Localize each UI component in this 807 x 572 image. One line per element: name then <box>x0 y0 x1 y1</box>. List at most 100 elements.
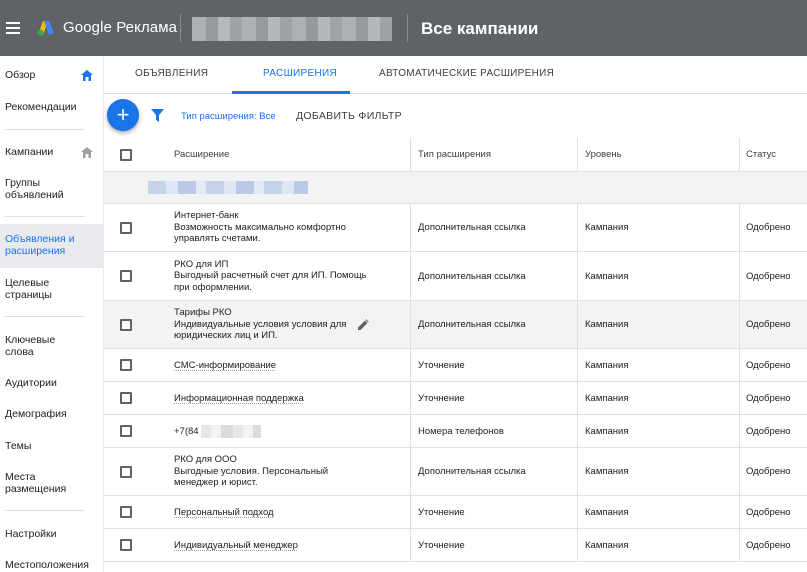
row-checkbox[interactable] <box>120 425 132 437</box>
extension-cell[interactable]: Тарифы РКО Индивидуальные условия услови… <box>174 301 379 348</box>
extension-type: Уточнение <box>418 506 465 518</box>
column-separator <box>739 349 740 381</box>
table-row[interactable]: Персональный подход Уточнение Кампания О… <box>104 496 807 529</box>
column-separator <box>577 415 578 447</box>
sidebar-item-label: Настройки <box>5 528 57 540</box>
select-all-checkbox[interactable] <box>120 149 132 161</box>
campaign-group-label[interactable] <box>148 181 308 194</box>
edit-pencil-icon[interactable] <box>358 318 369 330</box>
column-header-type[interactable]: Тип расширения <box>418 138 491 171</box>
tab-auto-extensions[interactable]: АВТОМАТИЧЕСКИЕ РАСШИРЕНИЯ <box>379 68 554 79</box>
extension-cell[interactable]: +7(84 <box>174 415 261 447</box>
column-separator <box>739 252 740 300</box>
table-row[interactable]: РКО для ООО Выгодные условия. Персональн… <box>104 448 807 496</box>
column-separator <box>577 448 578 495</box>
column-separator <box>577 349 578 381</box>
header-divider <box>407 14 408 42</box>
extension-title: РКО для ООО <box>174 454 237 466</box>
column-separator <box>577 529 578 561</box>
menu-icon[interactable] <box>6 22 20 34</box>
column-separator <box>577 301 578 348</box>
row-checkbox[interactable] <box>120 506 132 518</box>
filter-icon[interactable] <box>151 109 164 122</box>
table-row[interactable]: Индивидуальный менеджер Уточнение Кампан… <box>104 529 807 562</box>
column-separator <box>739 382 740 414</box>
header-divider <box>180 14 181 42</box>
page-title: Все кампании <box>421 19 539 38</box>
extension-cell[interactable]: РКО для ООО Выгодные условия. Персональн… <box>174 448 354 495</box>
sidebar-item-demographics[interactable]: Демография <box>0 408 103 420</box>
row-checkbox[interactable] <box>120 359 132 371</box>
column-separator <box>739 301 740 348</box>
extension-title: Индивидуальный менеджер <box>174 539 298 551</box>
extension-status: Одобрено <box>746 222 791 233</box>
column-header-status[interactable]: Статус <box>746 138 776 171</box>
column-separator <box>739 496 740 528</box>
extension-title: Интернет-банк <box>174 210 239 222</box>
sidebar-item-settings[interactable]: Настройки <box>0 528 103 540</box>
extension-status: Одобрено <box>746 539 791 551</box>
sidebar-item-locations[interactable]: Местоположения <box>0 559 103 571</box>
extension-title: СМС-информирование <box>174 359 277 371</box>
column-separator <box>739 138 740 171</box>
extension-level: Кампания <box>585 270 629 282</box>
sidebar-item-label: Ключевые слова <box>5 334 56 358</box>
sidebar-item-ads-extensions[interactable]: Объявления и расширения <box>0 224 103 268</box>
table-row[interactable]: Информационная поддержка Уточнение Кампа… <box>104 382 807 415</box>
extension-level: Кампания <box>585 506 629 518</box>
sidebar-item-topics[interactable]: Темы <box>0 440 103 452</box>
sidebar-item-placements[interactable]: Места размещения <box>0 471 75 495</box>
extension-type: Уточнение <box>418 539 465 551</box>
column-header-level[interactable]: Уровень <box>585 138 622 171</box>
row-checkbox[interactable] <box>120 222 132 234</box>
sidebar-item-overview[interactable]: Обзор <box>0 69 103 81</box>
extension-cell[interactable]: Персональный подход <box>174 496 274 528</box>
sidebar-item-recommendations[interactable]: Рекомендации <box>0 101 103 113</box>
sidebar-divider <box>5 316 85 317</box>
sidebar-item-ad-groups[interactable]: Группы объявлений <box>0 177 80 201</box>
column-separator <box>739 415 740 447</box>
extension-type: Уточнение <box>418 359 465 371</box>
extension-cell[interactable]: Индивидуальный менеджер <box>174 529 298 561</box>
row-checkbox[interactable] <box>120 270 132 282</box>
table-row[interactable]: Тарифы РКО Индивидуальные условия услови… <box>104 301 807 349</box>
row-checkbox[interactable] <box>120 466 132 478</box>
table-row[interactable]: Интернет-банк Возможность максимально ко… <box>104 204 807 252</box>
sidebar-item-label: Группы объявлений <box>5 177 64 201</box>
row-checkbox[interactable] <box>120 319 132 331</box>
account-selector[interactable] <box>192 17 392 41</box>
extension-type: Уточнение <box>418 392 465 404</box>
tab-extensions[interactable]: РАСШИРЕНИЯ <box>263 68 337 79</box>
sidebar-item-campaigns[interactable]: Кампании <box>0 146 103 158</box>
sidebar-item-label: Кампании <box>5 146 54 158</box>
column-separator <box>577 138 578 171</box>
column-header-extension[interactable]: Расширение <box>174 138 229 171</box>
sidebar-item-audiences[interactable]: Аудитории <box>0 377 103 389</box>
sidebar-item-label: Местоположения <box>5 559 89 571</box>
tab-ads[interactable]: ОБЪЯВЛЕНИЯ <box>135 68 208 79</box>
extension-cell[interactable]: Интернет-банк Возможность максимально ко… <box>174 204 374 251</box>
extension-level: Кампания <box>585 319 629 330</box>
extension-cell[interactable]: Информационная поддержка <box>174 382 304 414</box>
add-extension-button[interactable]: + <box>107 99 139 131</box>
phone-number: +7(84 <box>174 425 199 437</box>
extension-cell[interactable]: СМС-информирование <box>174 349 276 381</box>
column-separator <box>410 138 411 171</box>
row-checkbox[interactable] <box>120 539 132 551</box>
column-separator <box>410 204 411 251</box>
extension-type: Номера телефонов <box>418 425 504 437</box>
row-checkbox[interactable] <box>120 392 132 404</box>
sidebar-item-label: Обзор <box>5 69 36 81</box>
table-row[interactable]: РКО для ИП Выгодный расчетный счет для И… <box>104 252 807 301</box>
sidebar-nav: Обзор Рекомендации Кампании Группы объяв… <box>0 56 104 572</box>
extension-cell[interactable]: РКО для ИП Выгодный расчетный счет для И… <box>174 252 374 300</box>
column-separator <box>739 448 740 495</box>
sidebar-item-keywords[interactable]: Ключевые слова <box>0 334 70 358</box>
google-ads-logo-icon <box>37 21 54 36</box>
table-row[interactable]: СМС-информирование Уточнение Кампания Од… <box>104 349 807 382</box>
add-filter-button[interactable]: ДОБАВИТЬ ФИЛЬТР <box>296 110 402 122</box>
sidebar-item-landing-pages[interactable]: Целевые страницы <box>0 277 70 301</box>
table-row[interactable]: +7(84 Номера телефонов Кампания Одобрено <box>104 415 807 448</box>
extension-status: Одобрено <box>746 506 791 518</box>
filter-chip-extension-type[interactable]: Тип расширения: Все <box>181 111 276 122</box>
